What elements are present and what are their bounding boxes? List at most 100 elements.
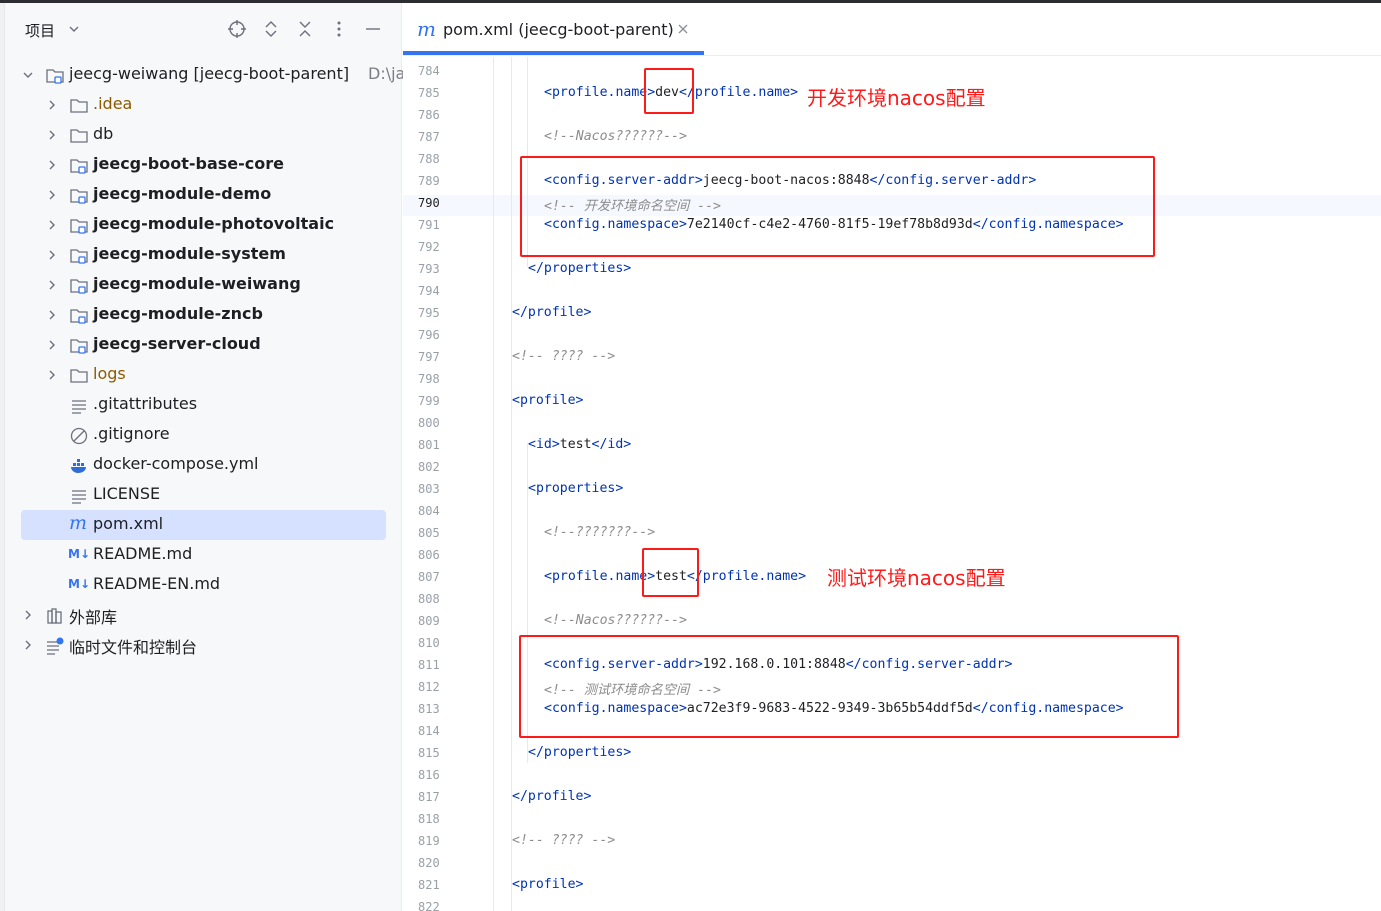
code-line[interactable]: <properties> (528, 481, 623, 496)
code-line[interactable]: <!--Nacos??????--> (544, 613, 687, 628)
tree-item-module[interactable]: jeecg-module-system (0, 240, 402, 270)
highlight-box-dev-config (520, 156, 1155, 257)
chevron-right-icon[interactable] (45, 188, 59, 202)
line-number: 819 (418, 834, 440, 848)
code-line[interactable]: </profile> (512, 305, 591, 320)
hide-panel-icon[interactable] (363, 19, 383, 39)
close-icon[interactable] (677, 23, 689, 35)
folder-icon (70, 129, 88, 143)
expand-all-icon[interactable] (261, 19, 281, 39)
active-tab-indicator (403, 51, 704, 55)
text-file-icon (72, 400, 86, 414)
code-line[interactable]: <profile> (512, 393, 583, 408)
line-number: 812 (418, 680, 440, 694)
xml-tag: </properties> (528, 745, 632, 760)
folder-icon (70, 99, 88, 113)
line-number: 797 (418, 350, 440, 364)
tree-item-folder[interactable]: logs (0, 360, 402, 390)
xml-tag: <id> (528, 437, 560, 452)
maven-icon: m (69, 512, 88, 534)
tree-item-folder[interactable]: .idea (0, 90, 402, 120)
chevron-right-icon[interactable] (45, 308, 59, 322)
chevron-right-icon[interactable] (21, 638, 35, 652)
tree-item-file[interactable]: M↓ README-EN.md (0, 570, 402, 600)
tree-label: .gitattributes (93, 394, 198, 413)
code-line[interactable]: <!-- ???? --> (512, 349, 615, 364)
chevron-right-icon[interactable] (21, 608, 35, 622)
tree-item-file[interactable]: .gitattributes (0, 390, 402, 420)
line-number: 820 (418, 856, 440, 870)
code-line[interactable]: <!-- ???? --> (512, 833, 615, 848)
tree-item-module[interactable]: jeecg-server-cloud (0, 330, 402, 360)
ignore-file-icon (70, 427, 88, 445)
chevron-right-icon[interactable] (45, 218, 59, 232)
code-editor[interactable]: m pom.xml (jeecg-boot-parent) 784 785 786 7… (403, 3, 1381, 911)
chevron-right-icon[interactable] (45, 368, 59, 382)
chevron-right-icon[interactable] (45, 338, 59, 352)
more-options-icon[interactable] (329, 19, 349, 39)
chevron-right-icon[interactable] (45, 158, 59, 172)
tree-item-module[interactable]: jeecg-boot-base-core (0, 150, 402, 180)
markdown-icon: M↓ (68, 547, 90, 561)
tree-item-module[interactable]: jeecg-module-zncb (0, 300, 402, 330)
tree-label: LICENSE (93, 484, 161, 503)
code-line[interactable]: <!--Nacos??????--> (544, 129, 687, 144)
line-number: 810 (418, 636, 440, 650)
tree-label: jeecg-server-cloud (93, 334, 261, 353)
line-number: 793 (418, 262, 440, 276)
module-folder-icon (46, 69, 64, 84)
xml-text: test (559, 437, 592, 452)
tree-label: .idea (93, 94, 133, 113)
tree-item-module[interactable]: jeecg-module-photovoltaic (0, 210, 402, 240)
tree-item-file-selected[interactable]: m pom.xml (0, 510, 402, 540)
tree-item-file[interactable]: M↓ README.md (0, 540, 402, 570)
code-line[interactable]: <!--???????--> (544, 525, 655, 540)
module-folder-icon (70, 339, 88, 354)
line-number: 805 (418, 526, 440, 540)
collapse-all-icon[interactable] (295, 19, 315, 39)
tree-item-scratches[interactable]: 临时文件和控制台 (0, 630, 402, 660)
code-line[interactable]: <id>test</id> (528, 437, 631, 452)
tree-item-file[interactable]: docker-compose.yml (0, 450, 402, 480)
tree-label: pom.xml (93, 514, 164, 533)
tree-label-project-root: jeecg-weiwang [jeecg-boot-parent] (69, 64, 350, 83)
xml-comment: <!--Nacos??????--> (544, 613, 687, 628)
locate-file-icon[interactable] (227, 19, 247, 39)
line-number-gutter: 784 785 786 787 788 789 790 791 792 793 794 795 796 7… (403, 57, 495, 911)
tree-item-file[interactable]: .gitignore (0, 420, 402, 450)
xml-comment: <!-- ???? --> (512, 349, 616, 364)
code-line[interactable]: </profile> (512, 789, 591, 804)
code-line[interactable]: </properties> (528, 261, 631, 276)
editor-tab-bar: m pom.xml (jeecg-boot-parent) (403, 3, 1381, 56)
tree-label: jeecg-module-system (93, 244, 286, 263)
tab-pom-xml[interactable]: m pom.xml (jeecg-boot-parent) (403, 3, 704, 56)
tree-item-module[interactable]: jeecg-module-demo (0, 180, 402, 210)
chevron-right-icon[interactable] (45, 248, 59, 262)
line-number: 817 (418, 790, 440, 804)
line-number: 806 (418, 548, 440, 562)
code-line[interactable]: </properties> (528, 745, 631, 760)
module-folder-icon (70, 279, 88, 294)
line-number: 789 (418, 174, 440, 188)
line-number: 807 (418, 570, 440, 584)
chevron-right-icon[interactable] (45, 98, 59, 112)
line-number: 816 (418, 768, 440, 782)
tree-item-libraries[interactable]: 外部库 (0, 600, 402, 630)
xml-tag: <profile> (512, 877, 584, 892)
indent-guide (511, 57, 512, 911)
line-number: 818 (418, 812, 440, 826)
tree-item-file[interactable]: LICENSE (0, 480, 402, 510)
code-line[interactable]: <profile> (512, 877, 583, 892)
tree-item-folder[interactable]: db (0, 120, 402, 150)
project-view-selector[interactable]: 项目 (25, 20, 55, 41)
maven-icon: m (417, 17, 436, 41)
tree-item-module[interactable]: jeecg-module-weiwang (0, 270, 402, 300)
chevron-down-icon[interactable] (67, 22, 81, 36)
tab-label: pom.xml (jeecg-boot-parent) (443, 20, 674, 39)
chevron-right-icon[interactable] (45, 128, 59, 142)
chevron-right-icon[interactable] (45, 278, 59, 292)
tree-item-project-root[interactable]: jeecg-weiwang [jeecg-boot-parent] D:\ja (0, 60, 405, 90)
line-number: 803 (418, 482, 440, 496)
chevron-down-icon[interactable] (21, 68, 35, 82)
xml-tag: </profile.name> (686, 569, 807, 584)
